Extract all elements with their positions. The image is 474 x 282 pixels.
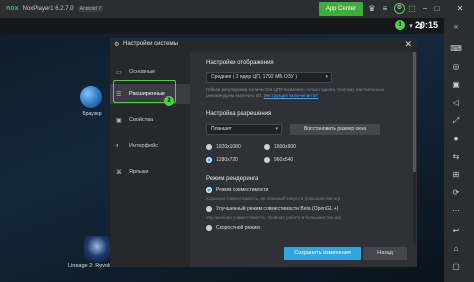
display-hint: Гибкая регулировка количества ЦПУ возмож… <box>206 87 411 99</box>
step-badge-1: 1 <box>395 20 405 30</box>
save-changes-label: Сохранить изменения <box>294 250 351 256</box>
display-hint-text-2: включить ВТ. <box>235 93 263 98</box>
render-section-title: Режим рендеринга <box>206 176 259 182</box>
radio-dot <box>264 157 270 163</box>
nox-logo: nox <box>6 5 19 13</box>
radio-dot <box>206 144 212 150</box>
sidebar-item-label: Основные <box>129 69 156 75</box>
device-mode-select[interactable]: Планшет ▾ <box>206 124 282 135</box>
radio-label: Скоростной режим <box>216 225 260 231</box>
radio-dot <box>264 144 270 150</box>
settings-main-panel: Настройки отображения Среднее ( 2 ядер Ц… <box>190 52 417 267</box>
resolution-section-title: Настройка разрешения <box>206 111 272 117</box>
browser-app-icon[interactable] <box>80 86 102 108</box>
sidebar-item-label: Интерфейс <box>129 143 158 149</box>
resolution-radio-1600[interactable]: 1600x900 <box>264 144 296 150</box>
back-button[interactable]: Назад <box>363 247 407 260</box>
chevron-down-icon: ▾ <box>325 74 328 80</box>
android-badge: Android 7 <box>77 6 104 12</box>
render-radio-compat[interactable]: Режим совместимости <box>206 187 268 193</box>
save-changes-button[interactable]: Сохранить изменения <box>284 247 361 260</box>
radio-label: Режим совместимости <box>216 187 269 193</box>
radio-dot-selected <box>206 187 212 193</box>
radio-dot <box>206 225 212 231</box>
sidebar-item-shortcuts[interactable]: ⌘ Ярлыки <box>110 162 190 182</box>
screenshot-icon[interactable]: ▣ <box>450 80 462 90</box>
resolution-radio-960[interactable]: 960x540 <box>264 157 293 163</box>
properties-icon: ▣ <box>116 117 122 124</box>
sidebar-item-interface[interactable]: ◐ Интерфейс <box>110 136 190 156</box>
shake-icon[interactable]: ⇆ <box>450 152 462 162</box>
restore-window-size-button[interactable]: Восстановить размер окна <box>290 124 380 135</box>
browser-label: Браузер <box>82 111 102 117</box>
radio-label: Улучшенный режим совместимости Beta (Ope… <box>216 206 339 212</box>
settings-gear-small-icon: ⚙ <box>114 42 120 48</box>
cpu-ram-select-value: Среднее ( 2 ядер ЦП, 1792 МБ ОЗУ ) <box>211 74 297 80</box>
maximize-icon[interactable]: □ <box>432 4 442 14</box>
system-settings-dialog: ⚙ Настройки системы ✕ ▭ Основные ☰ Расши… <box>110 38 417 267</box>
sidebar-item-basic[interactable]: ▭ Основные <box>110 62 190 82</box>
multi-instance-icon[interactable]: ⬚ <box>407 4 417 14</box>
fullscreen-icon[interactable]: ⤢ <box>450 116 462 126</box>
basic-icon: ▭ <box>116 69 122 76</box>
record-icon[interactable]: ● <box>450 134 462 144</box>
radio-label: 960x540 <box>274 157 294 163</box>
sidebar-item-label: Ярлыки <box>129 169 149 175</box>
resolution-radio-1280[interactable]: 1280x720 <box>206 157 238 163</box>
dialog-close-icon[interactable]: ✕ <box>404 39 412 50</box>
scrollbar-thumb[interactable] <box>413 52 416 172</box>
radio-label: 1280x720 <box>216 157 238 163</box>
radio-dot <box>206 206 212 212</box>
back-button-label: Назад <box>377 250 393 256</box>
sidebar-item-properties[interactable]: ▣ Свойства <box>110 110 190 130</box>
device-mode-select-value: Планшет <box>211 126 232 132</box>
keyboard-icon[interactable]: ⌨ <box>450 44 462 54</box>
android-status-bar <box>0 18 444 34</box>
right-toolbar <box>444 18 474 282</box>
location-icon[interactable]: ◎ <box>450 62 462 72</box>
home-icon[interactable]: ⌂ <box>450 244 462 254</box>
render-enhanced-sub: Улучшенная совместимость, плавная работа… <box>206 215 342 220</box>
volume-icon[interactable]: ◁ <box>450 98 462 108</box>
app-center-button[interactable]: App Center <box>319 2 363 16</box>
gift-icon[interactable]: ♛ <box>367 4 377 14</box>
recent-apps-icon[interactable]: ▢ <box>450 262 462 272</box>
restore-window-size-label: Восстановить размер окна <box>303 126 367 132</box>
radio-dot-selected <box>206 157 212 163</box>
settings-gear-icon[interactable]: ⚙ <box>394 3 405 14</box>
menu-icon[interactable]: ≡ <box>380 4 390 14</box>
close-icon[interactable]: ✕ <box>455 4 465 14</box>
app-version: NoxPlayer1 6.2.7.0 <box>22 6 74 12</box>
vt-instruction-link[interactable]: Инструкция включения ВТ <box>264 93 319 98</box>
render-radio-speed[interactable]: Скоростной режим <box>206 225 260 231</box>
shortcuts-icon: ⌘ <box>116 169 122 176</box>
dialog-header: ⚙ Настройки системы ✕ <box>110 38 417 52</box>
app-center-label: App Center <box>325 6 357 12</box>
minimize-icon[interactable]: − <box>420 4 430 14</box>
status-time: 20:15 <box>414 20 438 30</box>
render-radio-enhanced[interactable]: Улучшенный режим совместимости Beta (Ope… <box>206 206 338 212</box>
lineage-app-icon[interactable] <box>84 236 110 262</box>
lineage-label: Lineage 2: Revolu <box>68 263 113 269</box>
display-section-title: Настройки отображения <box>206 60 274 66</box>
radio-label: 1920x1080 <box>216 144 241 150</box>
apk-icon[interactable]: ⊞ <box>450 170 462 180</box>
sidebar-item-label: Свойства <box>129 117 154 123</box>
macro-icon[interactable]: ⟳ <box>450 188 462 198</box>
interface-icon: ◐ <box>116 143 120 149</box>
render-compat-sub: Хорошая совместимость, но плавный запуск… <box>206 196 341 201</box>
step-badge-2: 2 <box>164 96 174 106</box>
radio-label: 1600x900 <box>274 144 296 150</box>
chevron-down-icon: ▾ <box>275 126 278 132</box>
cpu-ram-select[interactable]: Среднее ( 2 ядер ЦП, 1792 МБ ОЗУ ) ▾ <box>206 72 332 83</box>
back-icon[interactable]: ↩ <box>450 226 462 236</box>
more-icon[interactable]: ⋯ <box>450 206 462 216</box>
resolution-radio-1920[interactable]: 1920x1080 <box>206 144 241 150</box>
tool-arrow-icon[interactable]: « <box>450 22 462 32</box>
dialog-title: Настройки системы <box>123 41 178 47</box>
